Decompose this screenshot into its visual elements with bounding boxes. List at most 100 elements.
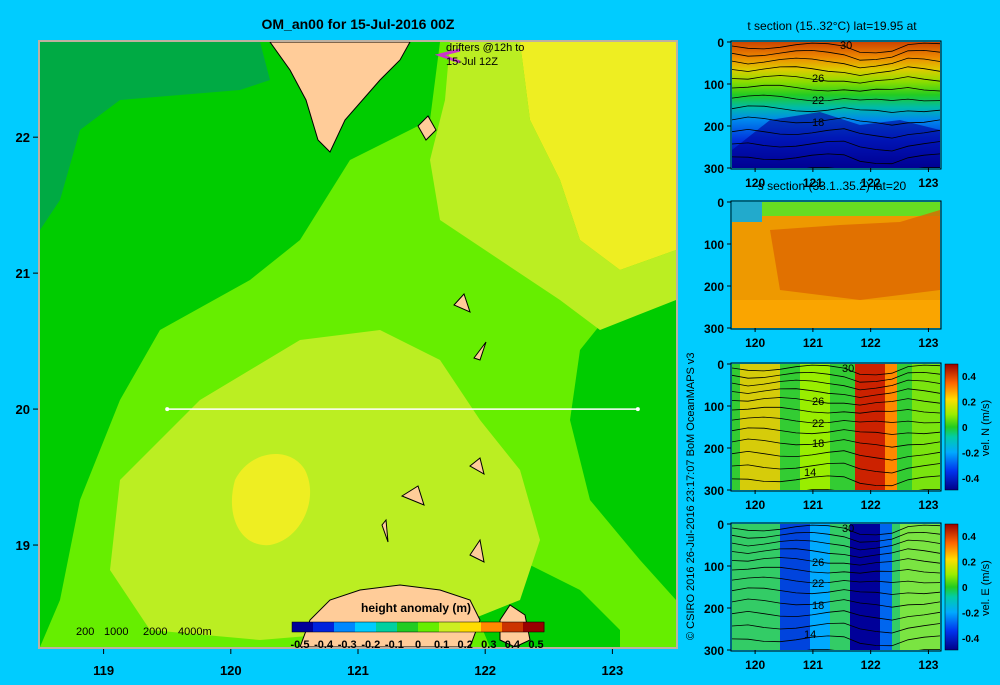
map-colorbar-swatch <box>523 622 545 632</box>
t-contour-label-26: 26 <box>812 73 824 85</box>
vertical-colorbar-tick-label: 0.2 <box>962 558 976 569</box>
section-line-end <box>635 407 640 412</box>
map-colorbar-swatch <box>334 622 356 632</box>
map-colorbar-tick-label: -0.2 <box>361 639 380 651</box>
map-x-tick-label: 121 <box>347 663 369 678</box>
panel-x-tick-label: 121 <box>803 498 823 512</box>
map-y-tick-label: 19 <box>16 538 30 553</box>
depth-legend-200: 200 <box>76 626 94 638</box>
map-colorbar-tick-label: -0.5 <box>291 639 310 651</box>
vn-colorbar-label: vel. N (m/s) <box>980 400 992 456</box>
vertical-colorbar-tick-label: 0 <box>962 423 968 434</box>
map-colorbar-tick-label: 0.5 <box>528 639 543 651</box>
panel-y-tick-label: 200 <box>704 442 724 456</box>
panel-x-tick-label: 120 <box>745 498 765 512</box>
panel-x-tick-label: 121 <box>803 658 823 672</box>
panel-y-tick-label: 200 <box>704 602 724 616</box>
map-x-ticks: 119 120 121 122 123 <box>93 649 623 678</box>
vn-contour-label-22: 22 <box>812 418 824 430</box>
panel-x-tick-label: 122 <box>861 498 881 512</box>
s-section-surface <box>732 202 940 216</box>
panel-y-tick-label: 0 <box>717 36 724 50</box>
panel-y-tick-label: 300 <box>704 162 724 176</box>
ve-colorbar-label: vel. E (m/s) <box>980 560 992 616</box>
map-y-tick-label: 20 <box>16 402 30 417</box>
ocean-analysis-figure: OM_an00 for 15-Jul-2016 00Z drifters @12… <box>0 0 1000 680</box>
panel-x-tick-label: 121 <box>803 336 823 350</box>
vertical-colorbar-tick-label: 0.4 <box>962 532 976 543</box>
ve-colorbar-ticks: 0.4 0.2 0 -0.2 -0.4 <box>962 532 980 645</box>
section-line-start <box>165 407 170 412</box>
panel-x-tick-label: 123 <box>918 658 938 672</box>
map-x-tick-label: 123 <box>602 663 624 678</box>
ve-contour-label-26: 26 <box>812 557 824 569</box>
t-contour-label-22: 22 <box>812 95 824 107</box>
panel-x-tick-label: 122 <box>861 336 881 350</box>
t-contour-label-18: 18 <box>812 117 824 129</box>
panel-x-tick-label: 123 <box>918 176 938 190</box>
drifters-annotation-line1: drifters @12h to <box>446 42 524 54</box>
panel-x-tick-label: 123 <box>918 498 938 512</box>
s-section-fresh-cap <box>732 202 762 222</box>
map-colorbar-tick-label: -0.1 <box>385 639 404 651</box>
panel-y-tick-label: 300 <box>704 322 724 336</box>
vertical-colorbar-tick-label: 0.2 <box>962 398 976 409</box>
ve-contour-label-30: 30 <box>842 523 854 535</box>
map-colorbar-swatch <box>355 622 377 632</box>
panel-y-tick-label: 100 <box>704 238 724 252</box>
map-x-tick-label: 119 <box>93 663 114 678</box>
s-section-deep <box>732 300 940 328</box>
panel-y-tick-label: 100 <box>704 560 724 574</box>
map-colorbar-swatch <box>481 622 503 632</box>
vertical-colorbar-tick-label: 0 <box>962 583 968 594</box>
vertical-colorbar-tick-label: -0.2 <box>962 609 980 620</box>
drifters-annotation-line2: 15-Jul 12Z <box>446 56 498 68</box>
map-colorbar-ticks: -0.5 -0.4 -0.3 -0.2 -0.1 0 0.1 0.2 0.3 0.4 0.5 <box>291 639 544 651</box>
panel-y-tick-label: 200 <box>704 280 724 294</box>
panel-y-tick-label: 200 <box>704 120 724 134</box>
panel-x-tick-label: 120 <box>745 336 765 350</box>
panel-x-tick-label: 122 <box>861 658 881 672</box>
t-section-title: t section (15..32°C) lat=19.95 at <box>747 19 917 33</box>
s-section-title: s section (33.1..35.2) lat=20 <box>758 179 907 193</box>
panel-y-tick-label: 300 <box>704 484 724 498</box>
panel-y-tick-label: 0 <box>717 358 724 372</box>
map-title: OM_an00 for 15-Jul-2016 00Z <box>262 16 455 32</box>
t-contour-label-30: 30 <box>840 40 852 52</box>
depth-legend-1000: 1000 <box>104 626 128 638</box>
panel-y-tick-label: 0 <box>717 196 724 210</box>
figure-svg: OM_an00 for 15-Jul-2016 00Z drifters @12… <box>16 16 992 678</box>
map-colorbar-tick-label: -0.3 <box>338 639 357 651</box>
vn-band-3 <box>855 364 885 490</box>
panel-y-tick-label: 100 <box>704 400 724 414</box>
depth-legend-4000: 4000m <box>178 626 212 638</box>
ve-contour-label-22: 22 <box>812 578 824 590</box>
map-colorbar-tick-label: -0.4 <box>314 639 334 651</box>
panel-x-tick-label: 120 <box>745 658 765 672</box>
map-colorbar-tick-label: 0 <box>415 639 421 651</box>
map-colorbar-tick-label: 0.4 <box>505 639 521 651</box>
s-section-field <box>732 202 940 328</box>
map-y-tick-label: 22 <box>16 130 30 145</box>
panel-y-tick-label: 300 <box>704 644 724 658</box>
vertical-colorbar-tick-label: 0.4 <box>962 372 976 383</box>
depth-legend-2000: 2000 <box>143 626 167 638</box>
ve-colorbar <box>944 523 959 651</box>
map-y-ticks: 22 21 20 19 <box>16 130 38 553</box>
vertical-colorbar-tick-label: -0.4 <box>962 634 980 645</box>
map-x-tick-label: 120 <box>220 663 242 678</box>
vn-colorbar <box>944 363 959 491</box>
vn-colorbar-ticks: 0.4 0.2 0 -0.2 -0.4 <box>962 372 980 485</box>
vn-band-1 <box>740 364 780 490</box>
map-colorbar-swatch <box>502 622 524 632</box>
ve-contour-label-14: 14 <box>804 629 816 641</box>
vn-contour-label-26: 26 <box>812 396 824 408</box>
map-colorbar-swatch <box>376 622 398 632</box>
ve-band-4 <box>880 524 892 650</box>
vertical-colorbar-tick-label: -0.2 <box>962 449 980 460</box>
height-anomaly-field <box>40 42 676 647</box>
map-colorbar-swatch <box>292 622 314 632</box>
panel-y-tick-label: 0 <box>717 518 724 532</box>
map-y-tick-label: 21 <box>16 266 30 281</box>
vn-contour-label-14: 14 <box>804 467 816 479</box>
